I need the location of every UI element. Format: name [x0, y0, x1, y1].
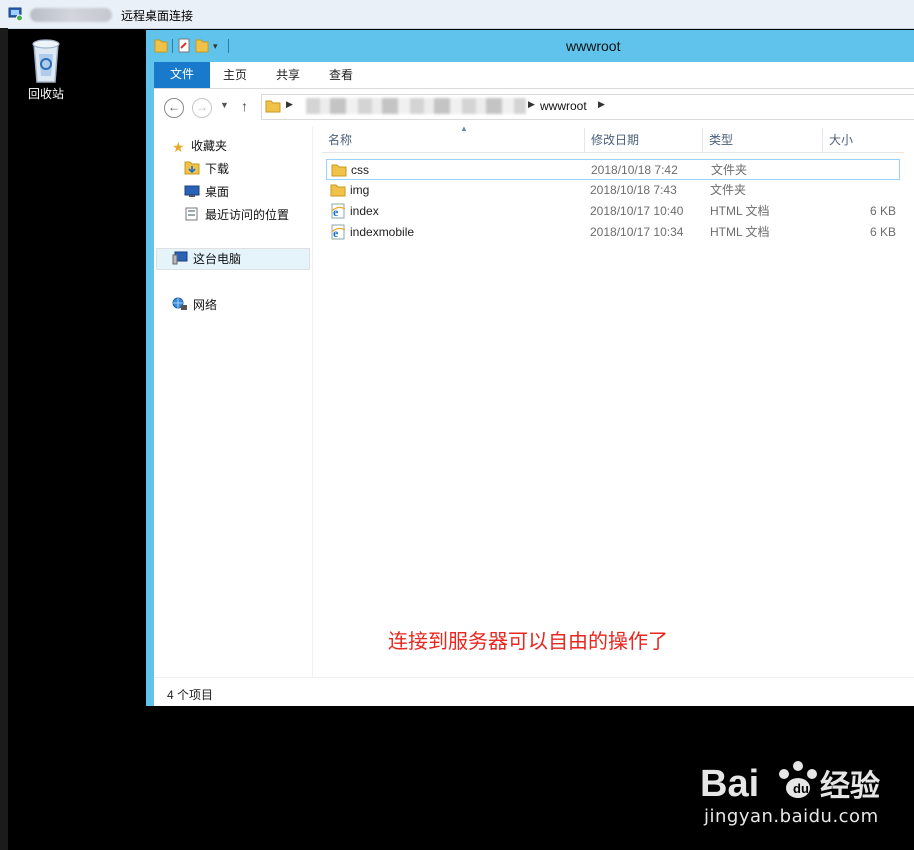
recycle-bin-icon[interactable]: [20, 34, 72, 86]
nav-item-desktop[interactable]: 桌面: [184, 182, 229, 202]
tab-file[interactable]: 文件: [154, 62, 210, 88]
status-bar: 4 个项目: [154, 677, 914, 707]
nav-label: 网络: [193, 298, 218, 312]
recent-places-icon: [185, 207, 198, 221]
nav-label: 最近访问的位置: [205, 208, 290, 222]
up-arrow-icon[interactable]: ↑: [241, 98, 248, 114]
file-row[interactable]: e indexmobile 2018/10/17 10:34 HTML 文档 6 KB: [326, 222, 900, 243]
nav-label: 桌面: [205, 185, 230, 199]
file-size: 6 KB: [869, 225, 896, 239]
nav-label: 下载: [205, 162, 230, 176]
watermark-url: jingyan.baidu.com: [704, 806, 879, 827]
column-header-size[interactable]: 大小: [823, 128, 904, 152]
breadcrumb-current[interactable]: wwwroot: [540, 99, 587, 113]
back-arrow-icon[interactable]: ←: [164, 98, 184, 118]
ie-html-icon: e: [331, 224, 346, 240]
svg-text:du: du: [793, 781, 809, 796]
baidu-jingyan-watermark: Bai du 经验: [700, 761, 880, 805]
nav-label: 收藏夹: [191, 139, 228, 153]
redacted-host: [30, 8, 112, 22]
item-count: 4 个项目: [167, 688, 214, 702]
navigation-bar: ← → ▼ ↑ ▶ ▶ wwwroot ▶: [154, 89, 914, 127]
column-headers: ▲ 名称 修改日期 类型 大小: [322, 124, 904, 153]
file-date: 2018/10/17 10:40: [590, 204, 684, 218]
computer-icon: [172, 251, 188, 265]
recent-locations-chevron-icon[interactable]: ▼: [220, 100, 229, 110]
desktop-icon: [184, 185, 200, 197]
nav-label: 这台电脑: [193, 252, 242, 266]
desktop-left-edge: [0, 28, 8, 850]
ribbon-tabs: 文件 主页 共享 查看: [154, 62, 914, 89]
annotation-text: 连接到服务器可以自由的操作了: [388, 631, 668, 653]
network-icon: [172, 297, 187, 310]
folder-icon: [330, 184, 346, 197]
column-header-name[interactable]: 名称: [322, 128, 585, 152]
tab-view[interactable]: 查看: [329, 62, 353, 88]
file-size: 6 KB: [869, 204, 896, 218]
file-row[interactable]: css 2018/10/18 7:42 文件夹: [326, 159, 900, 180]
column-header-type[interactable]: 类型: [703, 128, 823, 152]
star-icon: ★: [172, 139, 185, 155]
explorer-title-bar[interactable]: ▾ wwwroot: [146, 30, 914, 62]
folder-icon: [331, 164, 347, 177]
rdp-window-title: 远程桌面连接: [121, 9, 194, 23]
nav-item-downloads[interactable]: 下载: [184, 159, 229, 179]
file-name: indexmobile: [350, 225, 415, 239]
downloads-folder-icon: [184, 161, 200, 175]
file-row[interactable]: img 2018/10/18 7:43 文件夹: [326, 180, 900, 201]
redacted-path: [306, 98, 526, 114]
breadcrumb-chevron-icon[interactable]: ▶: [286, 99, 293, 110]
file-type: 文件夹: [710, 183, 747, 197]
navigation-pane: ★ 收藏夹 下载 桌面 最近访问的位置 这台电脑 网络: [154, 127, 313, 677]
explorer-window-title: wwwroot: [566, 38, 621, 54]
file-name: index: [350, 204, 379, 218]
ie-html-icon: e: [331, 203, 346, 219]
file-type: HTML 文档: [710, 204, 770, 218]
file-type: HTML 文档: [710, 225, 770, 239]
file-list-pane: ▲ 名称 修改日期 类型 大小 连接到服务器可以自由的操作了 css 2018/1…: [312, 124, 914, 677]
tab-share[interactable]: 共享: [276, 62, 300, 88]
folder-icon: [265, 100, 281, 113]
nav-item-this-pc-label[interactable]: 这台电脑: [172, 249, 241, 269]
paw-icon: du: [779, 761, 817, 798]
file-date: 2018/10/18 7:43: [590, 183, 677, 197]
remote-desktop-icon: [8, 7, 23, 22]
file-name: css: [351, 163, 369, 177]
nav-item-recent-places[interactable]: 最近访问的位置: [184, 205, 289, 225]
file-date: 2018/10/17 10:34: [590, 225, 684, 239]
tab-home[interactable]: 主页: [223, 62, 247, 88]
watermark-brand2: 经验: [820, 769, 880, 804]
file-row[interactable]: e index 2018/10/17 10:40 HTML 文档 6 KB: [326, 201, 900, 222]
rdp-title-bar: 远程桌面连接: [0, 0, 914, 29]
recycle-bin-label[interactable]: 回收站: [16, 85, 76, 102]
file-explorer-window: ▾ wwwroot 文件 主页 共享 查看 ← → ▼ ↑ ▶ ▶ wwwroo…: [146, 30, 914, 706]
file-type: 文件夹: [711, 163, 748, 177]
file-date: 2018/10/18 7:42: [591, 163, 678, 177]
column-header-date[interactable]: 修改日期: [585, 128, 703, 152]
address-bar[interactable]: ▶ ▶ wwwroot ▶: [261, 94, 914, 120]
explorer-content: ★ 收藏夹 下载 桌面 最近访问的位置 这台电脑 网络 ▲ 名称 修改日期 类型…: [154, 124, 914, 707]
nav-item-network[interactable]: 网络: [172, 295, 217, 315]
breadcrumb-chevron-icon[interactable]: ▶: [598, 99, 605, 110]
forward-arrow-icon[interactable]: →: [192, 98, 212, 118]
nav-item-favorites[interactable]: ★ 收藏夹: [172, 136, 227, 156]
watermark-brand: Bai: [700, 763, 759, 805]
breadcrumb-chevron-icon[interactable]: ▶: [528, 99, 535, 110]
file-name: img: [350, 183, 370, 197]
